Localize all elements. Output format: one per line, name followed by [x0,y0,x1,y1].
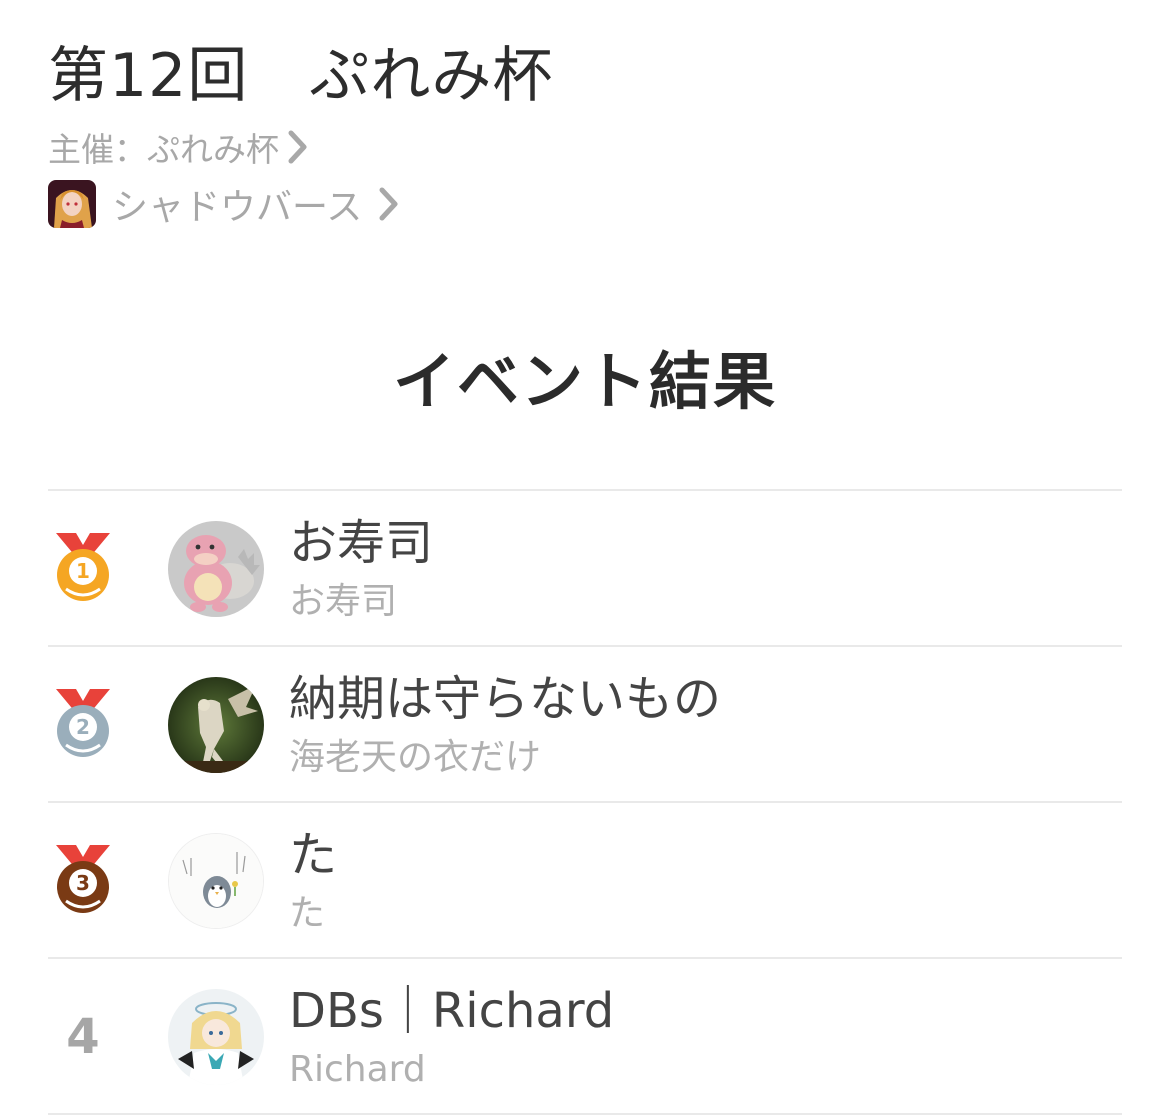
gold-medal-icon: 1 [48,529,118,609]
participant-handle: た [289,893,326,934]
result-row-2[interactable]: 2 納期は守らないもの 海老天の衣だけ [48,647,1122,801]
silver-medal-icon: 2 [48,685,118,765]
result-row-1[interactable]: 1 お寿司 お寿司 [48,491,1122,645]
participant-handle: お寿司 [289,581,398,622]
participant-name: お寿司 [289,515,434,571]
avatar[interactable] [168,989,264,1085]
svg-text:3: 3 [76,871,90,895]
game-icon [48,180,96,228]
participant-handle: Richard [289,1049,426,1090]
game-name: シャドウバース [112,187,363,228]
section-title: イベント結果 [392,345,777,418]
participant-name: DBs｜Richard [289,983,615,1039]
chevron-right-icon [378,187,400,221]
result-row-3[interactable]: 3 た た [48,803,1122,957]
result-row-4[interactable]: 4 DBs｜Richard Richard [48,959,1122,1113]
avatar[interactable] [168,833,264,929]
event-title: 第12回 ぷれみ杯 [48,41,554,111]
organizer-label: 主催：ぷれみ杯 [48,130,279,169]
divider [48,1113,1122,1115]
chevron-right-icon [287,130,309,164]
bronze-medal-icon: 3 [48,841,118,921]
participant-name: 納期は守らないもの [289,671,722,727]
game-link[interactable]: シャドウバース [48,178,400,230]
organizer-link[interactable]: 主催：ぷれみ杯 [48,124,309,170]
rank-number: 4 [66,1009,100,1065]
avatar[interactable] [168,521,264,617]
svg-text:1: 1 [76,559,90,583]
avatar[interactable] [168,677,264,773]
results-list: 1 お寿司 お寿司 2 納期は守らないもの 海老天の衣だけ 3 た た 4 DB… [48,489,1122,1115]
participant-handle: 海老天の衣だけ [289,737,542,778]
participant-name: た [289,827,338,883]
svg-text:2: 2 [76,715,90,739]
